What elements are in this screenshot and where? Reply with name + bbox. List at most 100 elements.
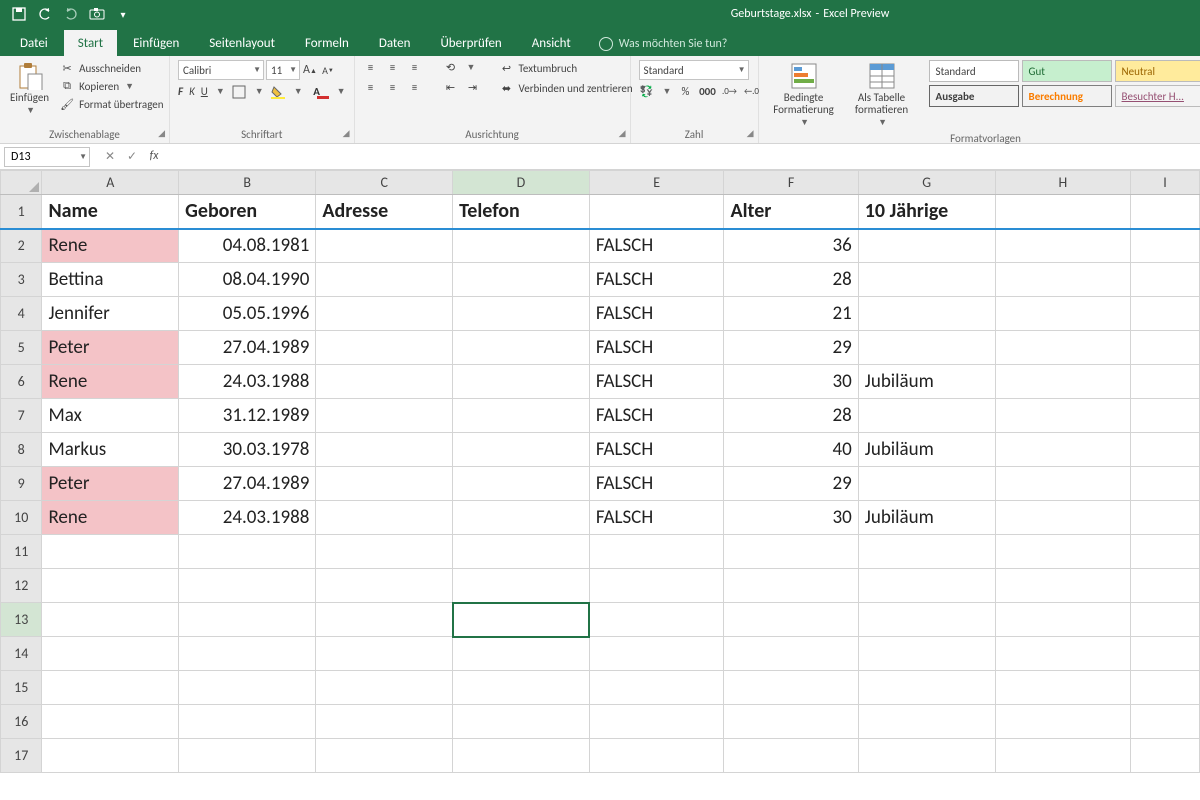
dialog-launcher-icon[interactable]: ◢ [158, 128, 165, 139]
cell[interactable] [316, 399, 453, 433]
row-header[interactable]: 12 [1, 569, 42, 603]
cell[interactable]: FALSCH [589, 467, 724, 501]
cell[interactable]: 08.04.1990 [179, 263, 316, 297]
row-header[interactable]: 11 [1, 535, 42, 569]
cell[interactable] [724, 705, 858, 739]
cell[interactable] [995, 467, 1130, 501]
cell[interactable] [453, 399, 590, 433]
copy-button[interactable]: ⧉Kopieren▼ [57, 78, 165, 94]
cell[interactable] [589, 671, 724, 705]
cancel-icon[interactable]: ✕ [102, 149, 118, 164]
cell[interactable] [858, 535, 995, 569]
cell[interactable] [453, 365, 590, 399]
cell[interactable]: Jubiläum [858, 365, 995, 399]
column-header[interactable]: E [589, 171, 724, 195]
borders-icon[interactable] [231, 85, 247, 99]
wrap-text-button[interactable]: ↩Textumbruch [497, 60, 650, 76]
row-header[interactable]: 1 [1, 195, 42, 229]
style-gut[interactable]: Gut [1022, 60, 1112, 82]
cell[interactable]: Adresse [316, 195, 453, 229]
row-header[interactable]: 14 [1, 637, 42, 671]
number-format-combo[interactable]: Standard▼ [639, 60, 749, 80]
align-center-icon[interactable]: ≡ [385, 80, 401, 94]
cell[interactable] [858, 603, 995, 637]
cell[interactable]: FALSCH [589, 229, 724, 263]
cell[interactable]: Geboren [179, 195, 316, 229]
cut-button[interactable]: ✂Ausschneiden [57, 60, 165, 76]
cell[interactable] [995, 399, 1130, 433]
cell[interactable] [858, 739, 995, 773]
style-ausgabe[interactable]: Ausgabe [929, 85, 1019, 107]
cell[interactable] [995, 501, 1130, 535]
cell[interactable] [1131, 603, 1200, 637]
row-header[interactable]: 8 [1, 433, 42, 467]
cell[interactable]: Markus [42, 433, 179, 467]
cell[interactable] [1131, 535, 1200, 569]
indent-decrease-icon[interactable]: ⇤ [443, 80, 459, 94]
cell[interactable]: Jubiläum [858, 501, 995, 535]
qat-customize-icon[interactable]: ▾ [114, 5, 132, 23]
cell[interactable]: 27.04.1989 [179, 467, 316, 501]
row-header[interactable]: 6 [1, 365, 42, 399]
cell[interactable] [858, 705, 995, 739]
cell[interactable]: Rene [42, 229, 179, 263]
cell[interactable] [1131, 263, 1200, 297]
cell[interactable]: 21 [724, 297, 858, 331]
style-neutral[interactable]: Neutral [1115, 60, 1200, 82]
cell[interactable]: Jennifer [42, 297, 179, 331]
cell[interactable]: Rene [42, 501, 179, 535]
cell[interactable] [453, 569, 590, 603]
cell[interactable] [724, 739, 858, 773]
cell[interactable] [995, 331, 1130, 365]
cell[interactable]: 27.04.1989 [179, 331, 316, 365]
cell[interactable]: 36 [724, 229, 858, 263]
cell[interactable]: Name [42, 195, 179, 229]
cell[interactable]: FALSCH [589, 331, 724, 365]
cell[interactable] [1131, 569, 1200, 603]
cell[interactable] [179, 535, 316, 569]
cell[interactable] [453, 433, 590, 467]
column-header[interactable]: G [858, 171, 995, 195]
bold-button[interactable]: F [178, 85, 183, 98]
merge-center-button[interactable]: ⬌Verbinden und zentrieren▼ [497, 80, 650, 96]
cell[interactable] [316, 229, 453, 263]
cell[interactable] [995, 195, 1130, 229]
cell[interactable] [995, 229, 1130, 263]
cell[interactable] [42, 637, 179, 671]
cell[interactable]: 24.03.1988 [179, 365, 316, 399]
cell[interactable]: FALSCH [589, 501, 724, 535]
percent-icon[interactable]: % [677, 84, 693, 98]
tab-datei[interactable]: Datei [6, 30, 62, 56]
cell[interactable] [858, 671, 995, 705]
row-header[interactable]: 10 [1, 501, 42, 535]
row-header[interactable]: 7 [1, 399, 42, 433]
cell[interactable] [453, 739, 590, 773]
cell[interactable] [1131, 637, 1200, 671]
cell[interactable] [858, 569, 995, 603]
cell[interactable]: Telefon [453, 195, 590, 229]
orientation-icon[interactable]: ⟲ [443, 60, 459, 74]
cell[interactable] [995, 297, 1130, 331]
cell[interactable] [316, 297, 453, 331]
grow-font-icon[interactable]: A▲ [302, 63, 318, 77]
cell[interactable] [1131, 365, 1200, 399]
cell[interactable] [316, 331, 453, 365]
cell[interactable] [995, 705, 1130, 739]
align-left-icon[interactable]: ≡ [363, 80, 379, 94]
camera-icon[interactable] [88, 5, 106, 23]
style-besuchter[interactable]: Besuchter H... [1115, 85, 1200, 107]
format-as-table-button[interactable]: Als Tabelle formatieren▼ [847, 60, 917, 130]
undo-icon[interactable] [36, 5, 54, 23]
cell[interactable]: Peter [42, 331, 179, 365]
align-top-icon[interactable]: ≡ [363, 60, 379, 74]
cell[interactable] [1131, 331, 1200, 365]
tab-ueberpruefen[interactable]: Überprüfen [426, 30, 515, 56]
cell[interactable] [453, 637, 590, 671]
cell[interactable] [589, 535, 724, 569]
tab-formeln[interactable]: Formeln [291, 30, 363, 56]
row-header[interactable]: 17 [1, 739, 42, 773]
cell[interactable] [858, 467, 995, 501]
cell[interactable] [1131, 705, 1200, 739]
cell[interactable] [42, 603, 179, 637]
increase-decimal-icon[interactable]: .0→ [721, 84, 737, 98]
